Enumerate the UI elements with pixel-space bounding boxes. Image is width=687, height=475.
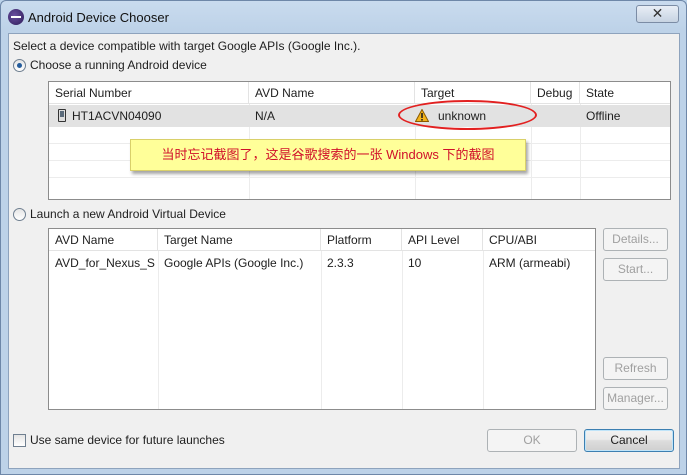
phone-icon bbox=[58, 109, 66, 122]
col-avd-name[interactable]: AVD Name bbox=[249, 82, 415, 104]
cell-target-name: Google APIs (Google Inc.) bbox=[164, 256, 304, 270]
cell-avd-name: N/A bbox=[255, 109, 276, 123]
col-state[interactable]: State bbox=[580, 82, 670, 104]
table-row[interactable]: AVD_for_Nexus_S Google APIs (Google Inc.… bbox=[49, 252, 595, 274]
annotation-red-oval bbox=[398, 100, 537, 130]
radio-running-device-label[interactable]: Choose a running Android device bbox=[30, 58, 207, 72]
running-table-header: Serial Number AVD Name Target Debug Stat… bbox=[49, 82, 670, 104]
same-device-checkbox[interactable] bbox=[13, 434, 26, 447]
radio-launch-avd-label[interactable]: Launch a new Android Virtual Device bbox=[30, 207, 226, 221]
cancel-button[interactable]: Cancel bbox=[584, 429, 674, 452]
title-bar[interactable]: Android Device Chooser ✕ bbox=[1, 1, 686, 33]
avd-table-header: AVD Name Target Name Platform API Level … bbox=[49, 229, 595, 251]
ok-button[interactable]: OK bbox=[487, 429, 577, 452]
radio-launch-avd[interactable] bbox=[13, 208, 26, 221]
table-row[interactable]: HT1ACVN04090 N/A unknown Offline bbox=[49, 105, 670, 127]
annotation-note: 当时忘记截图了，这是谷歌搜索的一张 Windows 下的截图 bbox=[130, 139, 526, 171]
close-button[interactable]: ✕ bbox=[636, 5, 679, 23]
dialog-body: Select a device compatible with target G… bbox=[8, 33, 680, 469]
cell-avd-name: AVD_for_Nexus_S bbox=[55, 256, 155, 270]
cell-cpu-abi: ARM (armeabi) bbox=[489, 256, 571, 270]
manager-button[interactable]: Manager... bbox=[603, 387, 668, 410]
refresh-button[interactable]: Refresh bbox=[603, 357, 668, 380]
cell-platform: 2.3.3 bbox=[327, 256, 354, 270]
col-cpu-abi[interactable]: CPU/ABI bbox=[483, 229, 595, 251]
avd-table[interactable]: AVD Name Target Name Platform API Level … bbox=[48, 228, 596, 410]
start-button[interactable]: Start... bbox=[603, 258, 668, 281]
window-title: Android Device Chooser bbox=[28, 10, 169, 25]
same-device-checkbox-label[interactable]: Use same device for future launches bbox=[30, 433, 225, 447]
dialog-window: Android Device Chooser ✕ Select a device… bbox=[0, 0, 687, 475]
details-button[interactable]: Details... bbox=[603, 228, 668, 251]
cell-state: Offline bbox=[586, 109, 621, 123]
cell-api-level: 10 bbox=[408, 256, 422, 270]
col-target-name[interactable]: Target Name bbox=[158, 229, 321, 251]
eclipse-icon bbox=[8, 9, 24, 25]
col-debug[interactable]: Debug bbox=[531, 82, 580, 104]
prompt-text: Select a device compatible with target G… bbox=[13, 39, 361, 53]
col-platform[interactable]: Platform bbox=[321, 229, 402, 251]
radio-running-device[interactable] bbox=[13, 59, 26, 72]
col-serial-number[interactable]: Serial Number bbox=[49, 82, 249, 104]
cell-serial: HT1ACVN04090 bbox=[72, 109, 162, 123]
col-avd-name[interactable]: AVD Name bbox=[49, 229, 158, 251]
col-api-level[interactable]: API Level bbox=[402, 229, 483, 251]
